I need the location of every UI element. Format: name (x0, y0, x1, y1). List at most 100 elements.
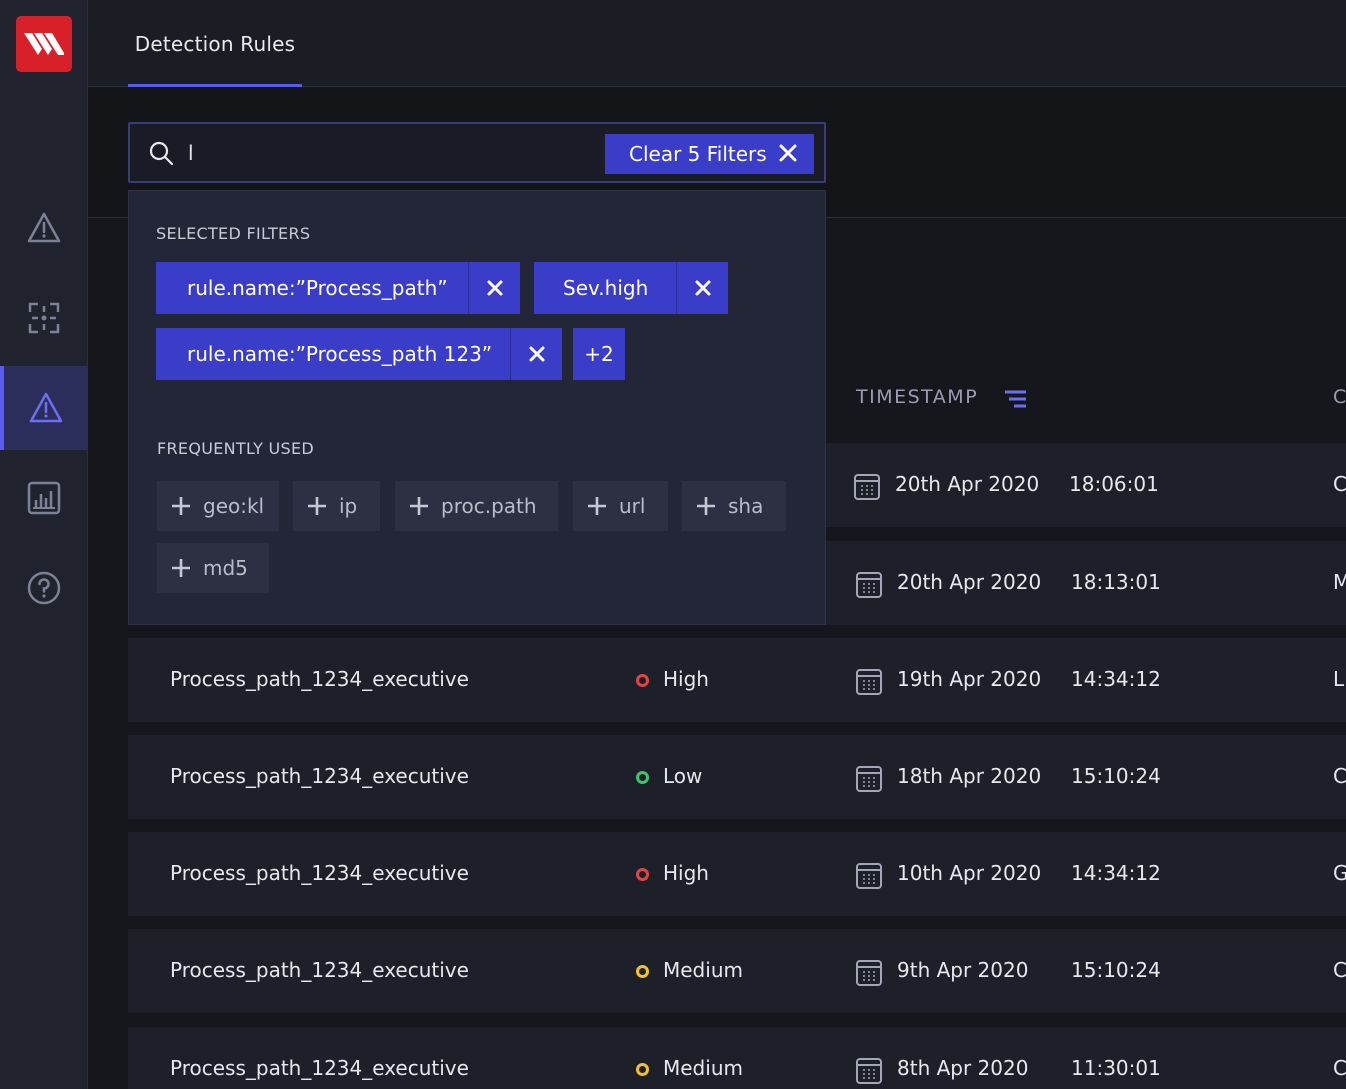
row-time: 14:34:12 (1071, 861, 1161, 885)
brand-logo-icon (24, 33, 64, 55)
row-date: 10th Apr 2020 (897, 861, 1042, 885)
frequent-filter-chip[interactable]: proc.path (395, 481, 558, 531)
row-date: 20th Apr 2020 (897, 570, 1042, 594)
sidebar (0, 0, 88, 1089)
remove-filter-button[interactable] (510, 328, 562, 380)
frequent-filter-chip[interactable]: geo:kl (157, 481, 279, 531)
column-header-timestamp-label: TIMESTAMP (856, 386, 979, 408)
row-date: 9th Apr 2020 (897, 958, 1029, 982)
rule-name: Process_path_1234_executive (170, 764, 469, 788)
search-icon (149, 141, 174, 166)
sort-icon[interactable] (1004, 389, 1028, 409)
row-next-column: L (1333, 667, 1345, 691)
frequent-filter-label: md5 (203, 556, 248, 580)
severity-label: Low (663, 764, 703, 788)
table-row[interactable]: Process_path_1234_executive High 10th Apr … (128, 832, 1346, 916)
severity-dot (636, 674, 649, 687)
sidebar-item-alerts[interactable] (0, 186, 88, 270)
severity-dot (636, 868, 649, 881)
focus-target-icon (28, 302, 60, 334)
frequent-filter-chip[interactable]: md5 (157, 543, 269, 593)
plus-icon (171, 558, 191, 578)
top-header: Detection Rules (88, 0, 1346, 87)
row-date: 20th Apr 2020 (895, 472, 1040, 496)
table-row[interactable]: Process_path_1234_executive Medium 9th Apr… (128, 929, 1346, 1013)
filter-chip-label: Sev.high (563, 276, 649, 300)
severity-label: High (663, 667, 709, 691)
severity-dot (636, 771, 649, 784)
warning-active-icon (29, 392, 63, 423)
row-next-column: C (1333, 472, 1346, 496)
row-time: 15:10:24 (1071, 764, 1161, 788)
severity-dot (636, 965, 649, 978)
row-time: 15:10:24 (1071, 958, 1161, 982)
tab-active-indicator (128, 84, 302, 87)
frequent-filter-chip[interactable]: ip (293, 481, 380, 531)
bar-chart-icon (27, 481, 61, 515)
remove-filter-button[interactable] (468, 262, 520, 314)
more-filters-label: +2 (584, 342, 614, 366)
table-row[interactable]: Process_path_1234_executive Medium 8th Apr… (128, 1027, 1346, 1089)
severity-label: Medium (663, 1056, 743, 1080)
frequent-filter-label: url (619, 494, 646, 518)
brand-logo[interactable] (16, 16, 72, 72)
remove-filter-button[interactable] (676, 262, 728, 314)
row-next-column: C (1333, 764, 1346, 788)
plus-icon (307, 496, 327, 516)
row-next-column: M (1333, 570, 1346, 594)
frequent-filter-label: sha (728, 494, 764, 518)
calendar-icon (856, 766, 882, 792)
calendar-icon (856, 863, 882, 889)
search-input[interactable] (188, 136, 588, 170)
row-next-column: C (1333, 958, 1346, 982)
search-bar: Clear 5 Filters (128, 122, 826, 183)
clear-filters-button[interactable]: Clear 5 Filters (605, 134, 814, 174)
row-date: 8th Apr 2020 (897, 1056, 1029, 1080)
sidebar-item-reports[interactable] (0, 456, 88, 540)
calendar-icon (856, 1058, 882, 1084)
rule-name: Process_path_1234_executive (170, 1056, 469, 1080)
rule-name: Process_path_1234_executive (170, 667, 469, 691)
frequent-filter-chip[interactable]: sha (682, 481, 786, 531)
frequent-filter-label: proc.path (441, 494, 537, 518)
help-icon (27, 571, 61, 605)
plus-icon (409, 496, 429, 516)
selected-filters-title: SELECTED FILTERS (156, 224, 311, 243)
rule-name: Process_path_1234_executive (170, 861, 469, 885)
calendar-icon (856, 960, 882, 986)
filter-dropdown: SELECTED FILTERS rule.name:”Process_path… (128, 190, 826, 625)
row-time: 18:13:01 (1071, 570, 1161, 594)
filter-chip: Sev.high (534, 262, 728, 314)
more-filters-button[interactable]: +2 (573, 328, 625, 380)
row-date: 18th Apr 2020 (897, 764, 1042, 788)
calendar-icon (854, 474, 880, 500)
filter-chip-label: rule.name:”Process_path” (187, 276, 448, 300)
row-next-column: C (1333, 1056, 1346, 1080)
column-header-timestamp[interactable]: TIMESTAMP (856, 386, 978, 408)
close-icon (529, 346, 544, 362)
column-header-next[interactable]: C (1333, 386, 1346, 408)
filter-chip: rule.name:”Process_path” (156, 262, 520, 314)
sidebar-item-detection-rules[interactable] (0, 366, 88, 450)
sidebar-item-help[interactable] (0, 546, 88, 630)
row-date: 19th Apr 2020 (897, 667, 1042, 691)
calendar-icon (856, 669, 882, 695)
plus-icon (171, 496, 191, 516)
rule-name: Process_path_1234_executive (170, 958, 469, 982)
close-icon (695, 280, 710, 296)
row-next-column: G (1333, 861, 1346, 885)
severity-label: Medium (663, 958, 743, 982)
row-time: 14:34:12 (1071, 667, 1161, 691)
table-row[interactable]: Process_path_1234_executive Low 18th Apr 2… (128, 735, 1346, 819)
plus-icon (696, 496, 716, 516)
tab-label: Detection Rules (134, 31, 296, 56)
row-time: 18:06:01 (1069, 472, 1159, 496)
table-row[interactable]: Process_path_1234_executive High 19th Apr … (128, 638, 1346, 722)
clear-filters-label: Clear 5 Filters (629, 142, 767, 166)
row-time: 11:30:01 (1071, 1056, 1161, 1080)
tab-detection-rules[interactable]: Detection Rules (128, 0, 302, 87)
column-header-next-label: C (1333, 386, 1346, 408)
sidebar-item-focus[interactable] (0, 276, 88, 360)
warning-icon (27, 212, 61, 243)
frequent-filter-chip[interactable]: url (573, 481, 668, 531)
